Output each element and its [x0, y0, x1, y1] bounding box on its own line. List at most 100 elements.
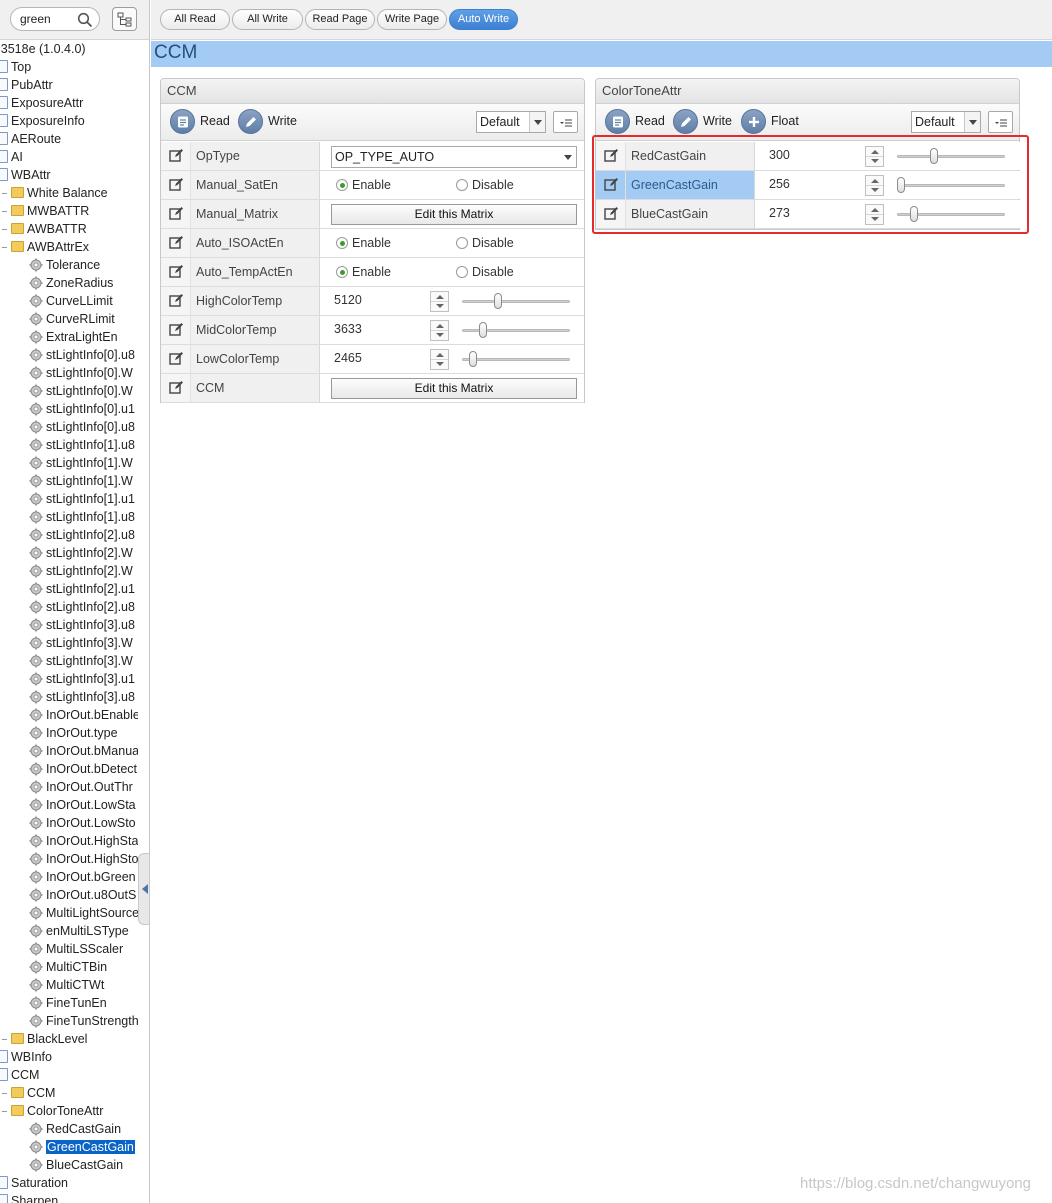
colortone-preset-select[interactable]: Default	[911, 111, 981, 133]
tree-node-inorout-benable[interactable]: InOrOut.bEnable	[29, 706, 138, 724]
tree-node-inorout-highsta[interactable]: InOrOut.HighSta	[29, 832, 138, 850]
tree-node-curverlimit[interactable]: CurveRLimit	[29, 310, 138, 328]
ccm-auto-isoacten-disable-radio[interactable]: Disable	[456, 237, 514, 250]
collapse-sidebar-handle[interactable]	[138, 853, 149, 925]
tree-node-stlightinfo-0-u8[interactable]: stLightInfo[0].u8	[29, 346, 138, 364]
tree-node-stlightinfo-0-w[interactable]: stLightInfo[0].W	[29, 364, 138, 382]
ccm-lowcolortemp-slider-thumb[interactable]	[469, 351, 477, 367]
tree-node-finetunen[interactable]: FineTunEn	[29, 994, 138, 1012]
tree-node-inorout-bdetect[interactable]: InOrOut.bDetect	[29, 760, 138, 778]
read-page-button[interactable]: Read Page	[305, 9, 375, 30]
tree-node-finetunstrength[interactable]: FineTunStrength	[29, 1012, 138, 1030]
edit-icon[interactable]	[161, 258, 191, 286]
ccm-write-button[interactable]	[238, 109, 263, 134]
tree-node-stlightinfo-2-u8[interactable]: stLightInfo[2].u8	[29, 526, 138, 544]
ccm-auto-tempacten-enable-radio[interactable]: Enable	[336, 266, 391, 279]
ccm-read-button[interactable]	[170, 109, 195, 134]
tree-node-sharpen[interactable]: Sharpen	[0, 1192, 138, 1203]
tree-node-multilightsource[interactable]: MultiLightSource	[29, 904, 138, 922]
tree-node-stlightinfo-3-w[interactable]: stLightInfo[3].W	[29, 652, 138, 670]
tree-node-stlightinfo-1-u1[interactable]: stLightInfo[1].u1	[29, 490, 138, 508]
spin-up-icon[interactable]	[436, 353, 444, 357]
tree-node-stlightinfo-2-w[interactable]: stLightInfo[2].W	[29, 562, 138, 580]
ccm-highcolortemp-slider-track[interactable]	[462, 300, 570, 303]
edit-icon[interactable]	[161, 345, 191, 373]
edit-icon[interactable]	[161, 142, 191, 170]
colortone-menu-button[interactable]	[988, 111, 1013, 133]
tree-node-stlightinfo-3-u8[interactable]: stLightInfo[3].u8	[29, 688, 138, 706]
tree-node-inorout-lowsto[interactable]: InOrOut.LowSto	[29, 814, 138, 832]
tree-expander[interactable]	[2, 1039, 7, 1040]
spin-up-icon[interactable]	[436, 324, 444, 328]
tree-node-colortoneattr[interactable]: ColorToneAttr	[11, 1102, 138, 1120]
tree-node-white-balance[interactable]: White Balance	[11, 184, 138, 202]
tree-node-stlightinfo-1-u8[interactable]: stLightInfo[1].u8	[29, 436, 138, 454]
ccm-menu-button[interactable]	[553, 111, 578, 133]
tree-node-inorout-outthr[interactable]: InOrOut.OutThr	[29, 778, 138, 796]
tree-node-curvellimit[interactable]: CurveLLimit	[29, 292, 138, 310]
tree-expander[interactable]	[2, 1111, 7, 1112]
colortone-read-button[interactable]	[605, 109, 630, 134]
colortone-float-button[interactable]	[741, 109, 766, 134]
ccm-lowcolortemp-slider-track[interactable]	[462, 358, 570, 361]
tree-node-saturation[interactable]: Saturation	[0, 1174, 138, 1192]
tree-structure-button[interactable]	[112, 7, 137, 31]
tree-node-stlightinfo-0-u1[interactable]: stLightInfo[0].u1	[29, 400, 138, 418]
ccm-lowcolortemp-spinner[interactable]	[430, 349, 449, 370]
ccm-highcolortemp-value[interactable]: 5120	[334, 293, 362, 307]
tree-node-stlightinfo-2-u1[interactable]: stLightInfo[2].u1	[29, 580, 138, 598]
tree-node-awbattr[interactable]: AWBATTR	[11, 220, 138, 238]
tree-node-bluecastgain[interactable]: BlueCastGain	[29, 1156, 138, 1174]
tree-node-stlightinfo-3-w[interactable]: stLightInfo[3].W	[29, 634, 138, 652]
tree-node-inorout-bmanual[interactable]: InOrOut.bManual	[29, 742, 138, 760]
tree-node-stlightinfo-2-u8[interactable]: stLightInfo[2].u8	[29, 598, 138, 616]
tree-node-mwbattr[interactable]: MWBATTR	[11, 202, 138, 220]
tree-expander[interactable]	[2, 1093, 7, 1094]
tree-node-ccm[interactable]: CCM	[11, 1084, 138, 1102]
tree-expander[interactable]	[2, 229, 7, 230]
ccm-midcolortemp-spinner[interactable]	[430, 320, 449, 341]
edit-icon[interactable]	[161, 171, 191, 199]
edit-icon[interactable]	[161, 316, 191, 344]
ccm-highcolortemp-slider-thumb[interactable]	[494, 293, 502, 309]
edit-icon[interactable]	[161, 287, 191, 315]
tree-node-wbinfo[interactable]: WBInfo	[0, 1048, 138, 1066]
auto-write-button[interactable]: Auto Write	[449, 9, 518, 30]
tree-expander[interactable]	[2, 247, 7, 248]
tree-node-exposureattr[interactable]: ExposureAttr	[0, 94, 138, 112]
tree-node-stlightinfo-1-w[interactable]: stLightInfo[1].W	[29, 472, 138, 490]
tree-node-i3518e-1-0-4-0[interactable]: i3518e (1.0.4.0)	[0, 40, 138, 58]
tree-node-pubattr[interactable]: PubAttr	[0, 76, 138, 94]
spin-down-icon[interactable]	[436, 333, 444, 337]
edit-icon[interactable]	[161, 229, 191, 257]
tree-node-stlightinfo-2-w[interactable]: stLightInfo[2].W	[29, 544, 138, 562]
tree-node-stlightinfo-0-w[interactable]: stLightInfo[0].W	[29, 382, 138, 400]
tree-node-redcastgain[interactable]: RedCastGain	[29, 1120, 138, 1138]
tree-node-inorout-type[interactable]: InOrOut.type	[29, 724, 138, 742]
ccm-manual-matrix-edit-matrix-button[interactable]: Edit this Matrix	[331, 204, 577, 225]
tree-node-stlightinfo-3-u1[interactable]: stLightInfo[3].u1	[29, 670, 138, 688]
search-icon[interactable]	[77, 12, 93, 28]
ccm-manual-saten-disable-radio[interactable]: Disable	[456, 179, 514, 192]
spin-down-icon[interactable]	[436, 304, 444, 308]
tree-node-blacklevel[interactable]: BlackLevel	[11, 1030, 138, 1048]
tree-node-multictwt[interactable]: MultiCTWt	[29, 976, 138, 994]
ccm-lowcolortemp-value[interactable]: 2465	[334, 351, 362, 365]
tree-node-greencastgain[interactable]: GreenCastGain	[29, 1138, 138, 1156]
ccm-manual-saten-enable-radio[interactable]: Enable	[336, 179, 391, 192]
tree-node-extralighten[interactable]: ExtraLightEn	[29, 328, 138, 346]
all-write-button[interactable]: All Write	[232, 9, 303, 30]
tree-node-enmultilstype[interactable]: enMultiLSType	[29, 922, 138, 940]
tree-node-inorout-lowsta[interactable]: InOrOut.LowSta	[29, 796, 138, 814]
tree-node-stlightinfo-0-u8[interactable]: stLightInfo[0].u8	[29, 418, 138, 436]
tree-node-exposureinfo[interactable]: ExposureInfo	[0, 112, 138, 130]
tree-node-tolerance[interactable]: Tolerance	[29, 256, 138, 274]
tree-node-multictbin[interactable]: MultiCTBin	[29, 958, 138, 976]
search-input[interactable]: green	[10, 7, 100, 31]
tree-node-inorout-bgreen[interactable]: InOrOut.bGreen	[29, 868, 138, 886]
tree-node-inorout-u8outs[interactable]: InOrOut.u8OutS	[29, 886, 138, 904]
tree-node-stlightinfo-1-u8[interactable]: stLightInfo[1].u8	[29, 508, 138, 526]
colortone-write-button[interactable]	[673, 109, 698, 134]
ccm-optype-select[interactable]: OP_TYPE_AUTO	[331, 146, 577, 168]
tree-node-aeroute[interactable]: AERoute	[0, 130, 138, 148]
